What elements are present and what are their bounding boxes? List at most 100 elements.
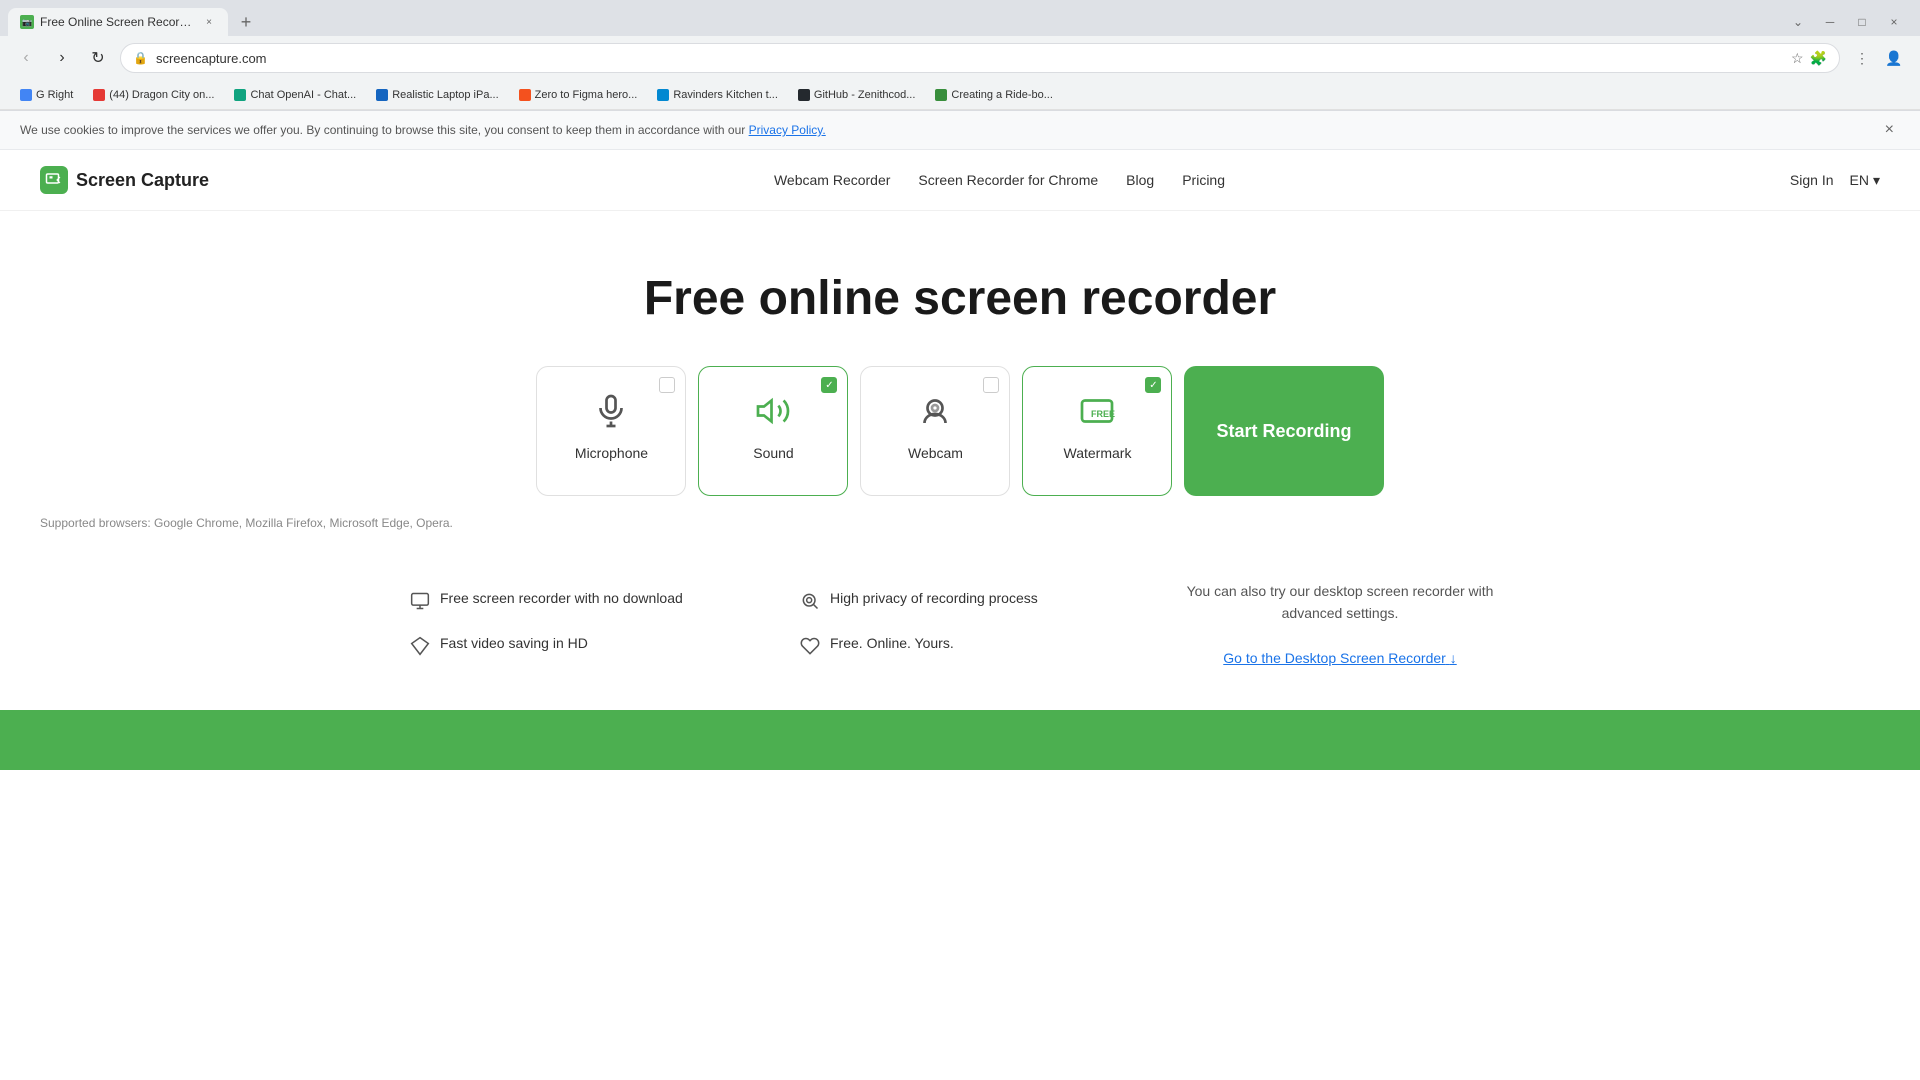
bookmarks-bar: G Right (44) Dragon City on... Chat Open…: [0, 80, 1920, 110]
maximize-button[interactable]: □: [1848, 8, 1876, 36]
sound-icon: [749, 387, 797, 435]
bookmark-label: GitHub - Zenithcod...: [814, 89, 916, 101]
reload-button[interactable]: ↻: [84, 44, 112, 72]
desktop-link-arrow: ↓: [1450, 650, 1457, 666]
cookie-close-button[interactable]: ×: [1879, 119, 1900, 141]
bookmark-star-icon[interactable]: ☆: [1791, 50, 1804, 67]
cookie-banner: We use cookies to improve the services w…: [0, 111, 1920, 150]
browser-chrome: 📷 Free Online Screen Recorder | C... × +…: [0, 0, 1920, 111]
bookmark-kitchen[interactable]: Ravinders Kitchen t...: [649, 87, 786, 103]
bookmark-label: Chat OpenAI - Chat...: [250, 89, 356, 101]
bookmark-favicon: [93, 89, 105, 101]
microphone-icon: [587, 387, 635, 435]
recording-options: Microphone ✓ Sound: [536, 366, 1383, 496]
start-recording-button[interactable]: Start Recording: [1184, 366, 1383, 496]
chevron-down-icon: ▾: [1873, 172, 1880, 189]
feature-text: Free screen recorder with no download: [440, 590, 683, 606]
bookmark-label: Ravinders Kitchen t...: [673, 89, 778, 101]
heart-icon: [800, 636, 820, 656]
microphone-option[interactable]: Microphone: [536, 366, 686, 496]
tab-title: Free Online Screen Recorder | C...: [40, 15, 196, 29]
feature-privacy: High privacy of recording process: [800, 590, 1110, 611]
new-tab-button[interactable]: +: [232, 8, 260, 36]
profile-icon[interactable]: 👤: [1880, 44, 1908, 72]
bookmark-favicon: [798, 89, 810, 101]
supported-browsers-text: Supported browsers: Google Chrome, Mozil…: [40, 516, 453, 530]
microphone-checkbox[interactable]: [659, 377, 675, 393]
site-header: Screen Capture Webcam Recorder Screen Re…: [0, 150, 1920, 211]
bookmark-g-right[interactable]: G Right: [12, 87, 81, 103]
nav-pricing[interactable]: Pricing: [1182, 172, 1225, 188]
bookmark-label: Creating a Ride-bo...: [951, 89, 1053, 101]
extensions-icon[interactable]: 🧩: [1810, 50, 1827, 67]
sound-checkbox[interactable]: ✓: [821, 377, 837, 393]
lock-icon: 🔒: [133, 51, 148, 65]
bookmark-figma[interactable]: Zero to Figma hero...: [511, 87, 646, 103]
nav-actions: Sign In EN ▾: [1790, 172, 1880, 189]
tab-favicon: 📷: [20, 15, 34, 29]
logo-text: Screen Capture: [76, 170, 209, 191]
bookmark-favicon: [376, 89, 388, 101]
sound-option[interactable]: ✓ Sound: [698, 366, 848, 496]
page-content: We use cookies to improve the services w…: [0, 111, 1920, 811]
desktop-section: You can also try our desktop screen reco…: [1170, 560, 1510, 670]
webcam-label: Webcam: [908, 445, 963, 461]
privacy-icon: [800, 591, 820, 611]
svg-text:FREE: FREE: [1091, 409, 1115, 419]
bookmark-favicon: [935, 89, 947, 101]
nav-screen-recorder-chrome[interactable]: Screen Recorder for Chrome: [918, 172, 1098, 188]
nav-bar: ‹ › ↻ 🔒 screencapture.com ☆ 🧩 ⋮ 👤: [0, 36, 1920, 80]
nav-webcam-recorder[interactable]: Webcam Recorder: [774, 172, 890, 188]
privacy-policy-link[interactable]: Privacy Policy.: [749, 123, 826, 137]
webcam-checkbox[interactable]: [983, 377, 999, 393]
toolbar-icons: ⋮ 👤: [1848, 44, 1908, 72]
lang-text: EN: [1850, 172, 1869, 188]
extensions-toolbar-icon[interactable]: ⋮: [1848, 44, 1876, 72]
bookmark-github[interactable]: GitHub - Zenithcod...: [790, 87, 924, 103]
bookmark-favicon: [234, 89, 246, 101]
feature-no-download: Free screen recorder with no download: [410, 590, 720, 611]
tab-search-button[interactable]: ⌄: [1784, 8, 1812, 36]
diamond-icon: [410, 636, 430, 656]
address-bar[interactable]: 🔒 screencapture.com ☆ 🧩: [120, 43, 1840, 73]
feature-text: High privacy of recording process: [830, 590, 1038, 606]
close-window-button[interactable]: ×: [1880, 8, 1908, 36]
sound-label: Sound: [753, 445, 793, 461]
watermark-option[interactable]: ✓ FREE Watermark: [1022, 366, 1172, 496]
watermark-icon: FREE: [1073, 387, 1121, 435]
webcam-option[interactable]: Webcam: [860, 366, 1010, 496]
tab-controls: ⌄ ─ □ ×: [1784, 8, 1920, 36]
address-text: screencapture.com: [156, 51, 1783, 66]
feature-text: Free. Online. Yours.: [830, 635, 954, 651]
tab-bar: 📷 Free Online Screen Recorder | C... × +…: [0, 0, 1920, 36]
watermark-checkbox[interactable]: ✓: [1145, 377, 1161, 393]
main-nav: Webcam Recorder Screen Recorder for Chro…: [774, 172, 1225, 188]
back-button[interactable]: ‹: [12, 44, 40, 72]
minimize-button[interactable]: ─: [1816, 8, 1844, 36]
bookmark-ride[interactable]: Creating a Ride-bo...: [927, 87, 1061, 103]
bookmark-favicon: [519, 89, 531, 101]
bookmark-favicon: [20, 89, 32, 101]
bookmark-label: Realistic Laptop iPa...: [392, 89, 498, 101]
bookmark-laptop[interactable]: Realistic Laptop iPa...: [368, 87, 506, 103]
feature-text: Fast video saving in HD: [440, 635, 588, 651]
logo-icon: [40, 166, 68, 194]
desktop-link-text: Go to the Desktop Screen Recorder: [1223, 650, 1446, 666]
sign-in-link[interactable]: Sign In: [1790, 172, 1834, 188]
active-tab[interactable]: 📷 Free Online Screen Recorder | C... ×: [8, 8, 228, 36]
desktop-recorder-link[interactable]: Go to the Desktop Screen Recorder ↓: [1223, 650, 1456, 666]
microphone-label: Microphone: [575, 445, 648, 461]
hero-title: Free online screen recorder: [644, 271, 1276, 326]
hero-section: Free online screen recorder Microphone: [0, 211, 1920, 710]
bookmark-label: G Right: [36, 89, 73, 101]
language-selector[interactable]: EN ▾: [1850, 172, 1880, 189]
desktop-promo-text: You can also try our desktop screen reco…: [1170, 580, 1510, 625]
bookmark-label: Zero to Figma hero...: [535, 89, 638, 101]
tab-close-button[interactable]: ×: [202, 15, 216, 29]
bottom-green-bar: [0, 710, 1920, 770]
nav-blog[interactable]: Blog: [1126, 172, 1154, 188]
forward-button[interactable]: ›: [48, 44, 76, 72]
logo[interactable]: Screen Capture: [40, 166, 209, 194]
bookmark-openai[interactable]: Chat OpenAI - Chat...: [226, 87, 364, 103]
bookmark-dragon-city[interactable]: (44) Dragon City on...: [85, 87, 222, 103]
